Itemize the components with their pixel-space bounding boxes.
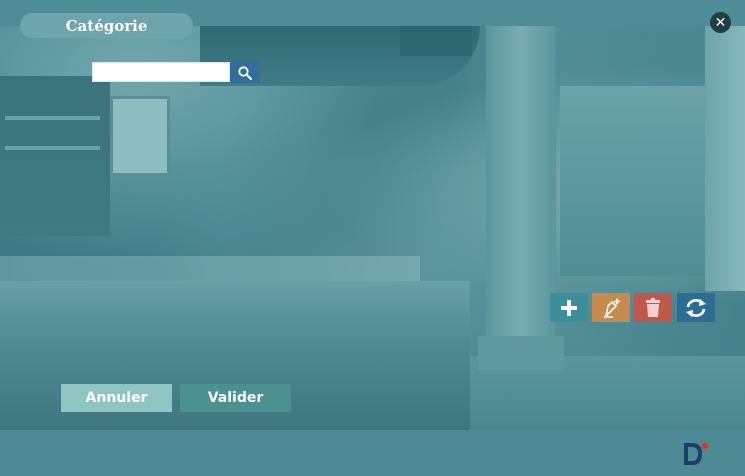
pillar-shape [486, 26, 556, 356]
menu-board-shape [110, 96, 170, 176]
bottom-bar [0, 430, 745, 476]
brand-logo [684, 442, 709, 465]
validate-button[interactable]: Valider [180, 384, 291, 412]
refresh-icon [686, 298, 706, 317]
delete-button[interactable] [634, 293, 672, 322]
shelf-line [5, 116, 100, 120]
dialog-title: Catégorie [65, 16, 148, 35]
close-button[interactable]: ✕ [710, 12, 731, 33]
search-button[interactable] [230, 62, 260, 83]
pen-plus-icon [604, 298, 620, 318]
shelf-line [5, 146, 100, 150]
pillar-shape [705, 26, 745, 291]
plus-icon [561, 299, 577, 316]
pillar-base-shape [478, 336, 564, 370]
sign-shape [400, 26, 472, 56]
cancel-button[interactable]: Annuler [61, 384, 172, 412]
edit-button[interactable] [592, 293, 630, 322]
validate-label: Valider [207, 390, 264, 406]
trash-icon [646, 297, 660, 317]
cancel-label: Annuler [85, 390, 148, 406]
cafe-shape [560, 86, 710, 276]
close-icon: ✕ [714, 14, 727, 31]
shelf-shape [0, 76, 110, 236]
title-tab: Catégorie [20, 13, 193, 38]
search-input[interactable] [92, 62, 230, 82]
refresh-button[interactable] [677, 293, 715, 322]
add-button[interactable] [550, 293, 588, 322]
category-dialog: Catégorie ✕ Annuler Valider [0, 0, 745, 476]
background-photo [0, 26, 745, 430]
search-icon [238, 65, 253, 80]
